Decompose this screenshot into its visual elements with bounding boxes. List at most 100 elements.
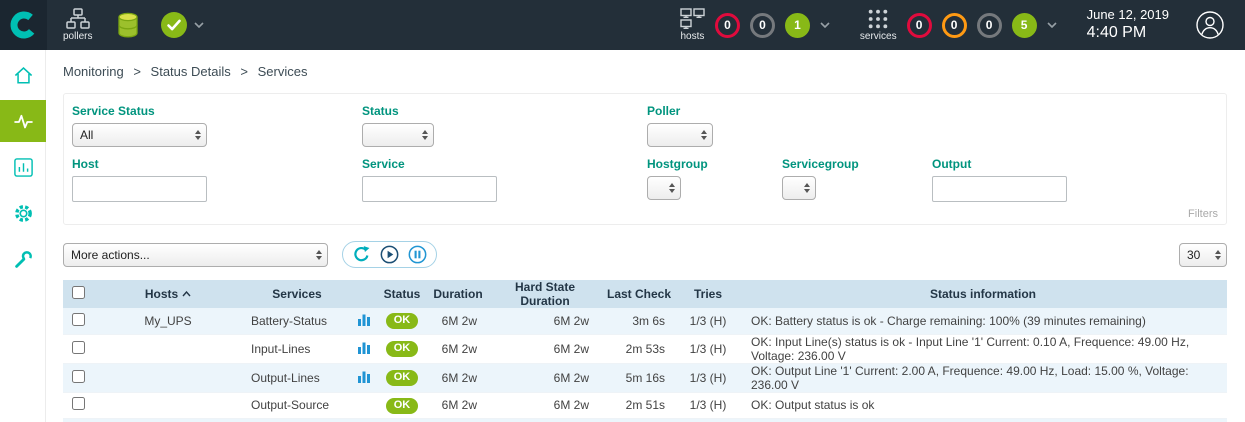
services-unknown-badge[interactable]: 0 [977, 13, 1002, 38]
pollers-menu[interactable]: pollers [63, 8, 92, 42]
more-actions-select[interactable]: More actions... [71, 248, 313, 262]
servicegroup-select-wrap [782, 176, 816, 200]
filter-servicegroup: Servicegroup [782, 157, 932, 202]
select-arrows-icon [422, 130, 428, 140]
breadcrumb: Monitoring > Status Details > Services [63, 64, 1227, 79]
header-services[interactable]: Services [243, 280, 351, 308]
header-hard-state-duration[interactable]: Hard State Duration [489, 280, 601, 308]
service-label: Service [362, 157, 647, 171]
reports-icon [13, 157, 34, 178]
servicegroup-label: Servicegroup [782, 157, 932, 171]
filter-host: Host [72, 157, 362, 202]
hostgroup-select[interactable] [655, 181, 666, 195]
status-information-cell: OK - 10.100.1.231 rta 11,446mslost 0% [739, 418, 1227, 422]
chevron-down-icon[interactable] [1047, 22, 1057, 28]
pause-button[interactable] [408, 245, 427, 264]
play-icon [380, 245, 399, 264]
hosts-up-badge[interactable]: 1 [785, 13, 810, 38]
services-ok-badge[interactable]: 5 [1012, 13, 1037, 38]
sidebar-item-home[interactable] [0, 54, 46, 96]
hosts-label: hosts [680, 31, 704, 42]
graph-icon[interactable] [357, 341, 371, 354]
filter-panel: Service Status All Status [63, 93, 1227, 225]
host-input[interactable] [72, 176, 207, 202]
table-row: Output-Lines OK 6M 2w 6M 2w 5m 16s 1/3 (… [63, 363, 1227, 392]
refresh-button[interactable] [352, 245, 371, 264]
service-name-link[interactable]: Battery-Status [251, 314, 327, 328]
hosts-unreachable-badge[interactable]: 0 [750, 13, 775, 38]
header-last-check[interactable]: Last Check [601, 280, 677, 308]
hard-state-duration-cell: 6M 2w [489, 363, 601, 392]
sidebar-item-monitoring[interactable] [0, 100, 46, 142]
breadcrumb-status-details[interactable]: Status Details [151, 64, 231, 79]
current-time: 4:40 PM [1087, 23, 1169, 43]
select-all-checkbox[interactable] [72, 286, 85, 299]
poller-select[interactable] [655, 128, 698, 142]
header-last-check-label: Last Check [607, 287, 671, 301]
home-icon [13, 65, 34, 86]
status-information-cell: OK: Output Line '1' Current: 2.00 A, Fre… [739, 363, 1227, 392]
graph-icon[interactable] [357, 313, 371, 326]
service-name-link[interactable]: Output-Source [251, 398, 329, 412]
sidebar-item-configuration[interactable] [0, 192, 46, 234]
header-hosts[interactable]: Hosts [93, 280, 243, 308]
status-information-cell: OK: Battery status is ok - Charge remain… [739, 308, 1227, 334]
status-cell: OK [377, 392, 427, 418]
resume-button[interactable] [380, 245, 399, 264]
host-label: Host [72, 157, 362, 171]
filter-poller: Poller [647, 104, 713, 147]
sidebar-item-administration[interactable] [0, 238, 46, 280]
sort-ascending-icon [182, 291, 191, 297]
sidebar-item-reporting[interactable] [0, 146, 46, 188]
centreon-app: pollers [0, 0, 1245, 422]
row-checkbox[interactable] [72, 370, 85, 383]
header-status[interactable]: Status [377, 280, 427, 308]
row-checkbox[interactable] [72, 313, 85, 326]
header-duration[interactable]: Duration [427, 280, 489, 308]
filter-row-1: Service Status All Status [72, 104, 1218, 147]
row-checkbox[interactable] [72, 397, 85, 410]
service-name-link[interactable]: Input-Lines [251, 342, 310, 356]
services-critical-badge[interactable]: 0 [907, 13, 932, 38]
actions-toolbar: More actions... [63, 241, 1227, 268]
servicegroup-select[interactable] [790, 181, 801, 195]
service-status-select[interactable]: All [80, 128, 192, 142]
status-cell: OK [377, 418, 427, 422]
service-input[interactable] [362, 176, 497, 202]
page-size-select[interactable]: 30 [1187, 248, 1212, 262]
filter-service-status: Service Status All [72, 104, 362, 147]
hosts-down-badge[interactable]: 0 [715, 13, 740, 38]
service-name-link[interactable]: Output-Lines [251, 371, 320, 385]
topbar: pollers [0, 0, 1245, 50]
breadcrumb-separator: > [133, 64, 141, 79]
breadcrumb-monitoring[interactable]: Monitoring [63, 64, 124, 79]
pollers-icon [66, 8, 90, 30]
header-tries[interactable]: Tries [677, 280, 739, 308]
hard-state-duration-cell: 6M 2w [489, 308, 601, 334]
breadcrumb-separator: > [240, 64, 248, 79]
output-input[interactable] [932, 176, 1067, 202]
sidebar [0, 50, 46, 422]
header-status-information-label: Status information [930, 287, 1036, 301]
select-arrows-icon [701, 130, 707, 140]
table-row: Output-Source OK 6M 2w 6M 2w 2m 51s 1/3 … [63, 392, 1227, 418]
centreon-logo-icon [9, 10, 39, 40]
graph-icon[interactable] [357, 370, 371, 383]
platform-state-menu[interactable] [160, 11, 204, 39]
database-status-button[interactable] [116, 12, 140, 39]
breadcrumb-services[interactable]: Services [258, 64, 308, 79]
services-table-body: My_UPS Battery-Status OK 6M 2w 6M 2w 3m … [63, 308, 1227, 422]
services-warning-badge[interactable]: 0 [942, 13, 967, 38]
status-select[interactable] [370, 128, 419, 142]
header-graph-spacer [351, 280, 377, 308]
services-menu[interactable]: services [860, 8, 897, 42]
centreon-logo[interactable] [0, 0, 47, 50]
status-information-cell: OK: Input Line(s) status is ok - Input L… [739, 334, 1227, 363]
chevron-down-icon[interactable] [820, 22, 830, 28]
status-badge: OK [386, 313, 419, 329]
user-menu[interactable] [1195, 10, 1225, 40]
host-name-link[interactable]: My_UPS [144, 314, 191, 328]
hosts-menu[interactable]: hosts [680, 8, 705, 42]
header-status-information[interactable]: Status information [739, 280, 1227, 308]
row-checkbox[interactable] [72, 341, 85, 354]
